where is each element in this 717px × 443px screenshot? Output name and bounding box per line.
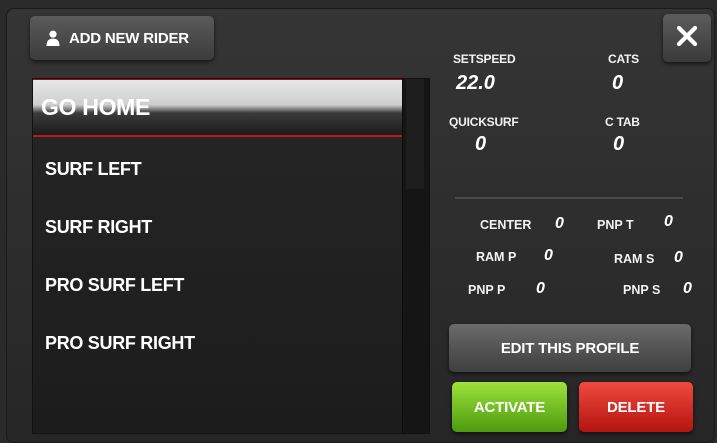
pnp-s-label: PNP S bbox=[623, 283, 661, 297]
ram-s-value: 0 bbox=[674, 249, 683, 266]
cats-label: CATS bbox=[608, 52, 639, 66]
rider-item-pro-surf-left[interactable]: PRO SURF LEFT bbox=[33, 256, 403, 314]
add-new-rider-button[interactable]: ADD NEW RIDER bbox=[30, 16, 214, 60]
delete-button[interactable]: DELETE bbox=[579, 382, 693, 432]
rider-item-label: PRO SURF LEFT bbox=[45, 274, 185, 295]
stats-divider bbox=[455, 197, 683, 199]
edit-profile-label: EDIT THIS PROFILE bbox=[500, 339, 640, 357]
quicksurf-value: 0 bbox=[475, 133, 487, 155]
ram-s-label: RAM S bbox=[614, 252, 655, 266]
close-icon bbox=[676, 25, 698, 52]
rider-item-label: SURF RIGHT bbox=[45, 216, 152, 237]
ram-p-value: 0 bbox=[544, 247, 553, 264]
activate-button[interactable]: ACTIVATE bbox=[452, 382, 567, 432]
edit-profile-button[interactable]: EDIT THIS PROFILE bbox=[449, 324, 691, 372]
ram-p-label: RAM P bbox=[476, 250, 517, 264]
rider-item-label: PRO SURF RIGHT bbox=[45, 332, 195, 353]
center-label: CENTER bbox=[480, 218, 532, 232]
rider-list[interactable]: GO HOME SURF LEFT SURF RIGHT PRO SURF LE… bbox=[32, 78, 430, 434]
quicksurf-label: QUICKSURF bbox=[449, 115, 519, 129]
person-icon bbox=[46, 30, 60, 46]
cats-value: 0 bbox=[612, 72, 624, 94]
pnp-t-value: 0 bbox=[664, 213, 673, 230]
rider-item-go-home[interactable]: GO HOME bbox=[33, 79, 403, 137]
setspeed-label: SETSPEED bbox=[453, 52, 516, 66]
list-scrollbar[interactable] bbox=[402, 79, 429, 433]
activate-label: ACTIVATE bbox=[473, 398, 546, 416]
scroll-thumb[interactable] bbox=[406, 79, 424, 189]
rider-item-pro-surf-right[interactable]: PRO SURF RIGHT bbox=[33, 314, 403, 372]
center-value: 0 bbox=[555, 215, 564, 232]
pnp-t-label: PNP T bbox=[597, 218, 634, 232]
rider-item-surf-right[interactable]: SURF RIGHT bbox=[33, 198, 403, 256]
rider-item-surf-left[interactable]: SURF LEFT bbox=[33, 140, 403, 198]
rider-item-label: SURF LEFT bbox=[45, 158, 142, 179]
pnp-p-label: PNP P bbox=[468, 283, 506, 297]
delete-label: DELETE bbox=[607, 398, 665, 416]
setspeed-value: 22.0 bbox=[456, 72, 495, 94]
ctab-value: 0 bbox=[613, 133, 625, 155]
pnp-p-value: 0 bbox=[536, 280, 545, 297]
close-button[interactable] bbox=[663, 14, 711, 62]
add-new-rider-label: ADD NEW RIDER bbox=[69, 29, 189, 47]
ctab-label: C TAB bbox=[605, 115, 640, 129]
pnp-s-value: 0 bbox=[683, 280, 692, 297]
rider-item-label: GO HOME bbox=[41, 94, 151, 120]
